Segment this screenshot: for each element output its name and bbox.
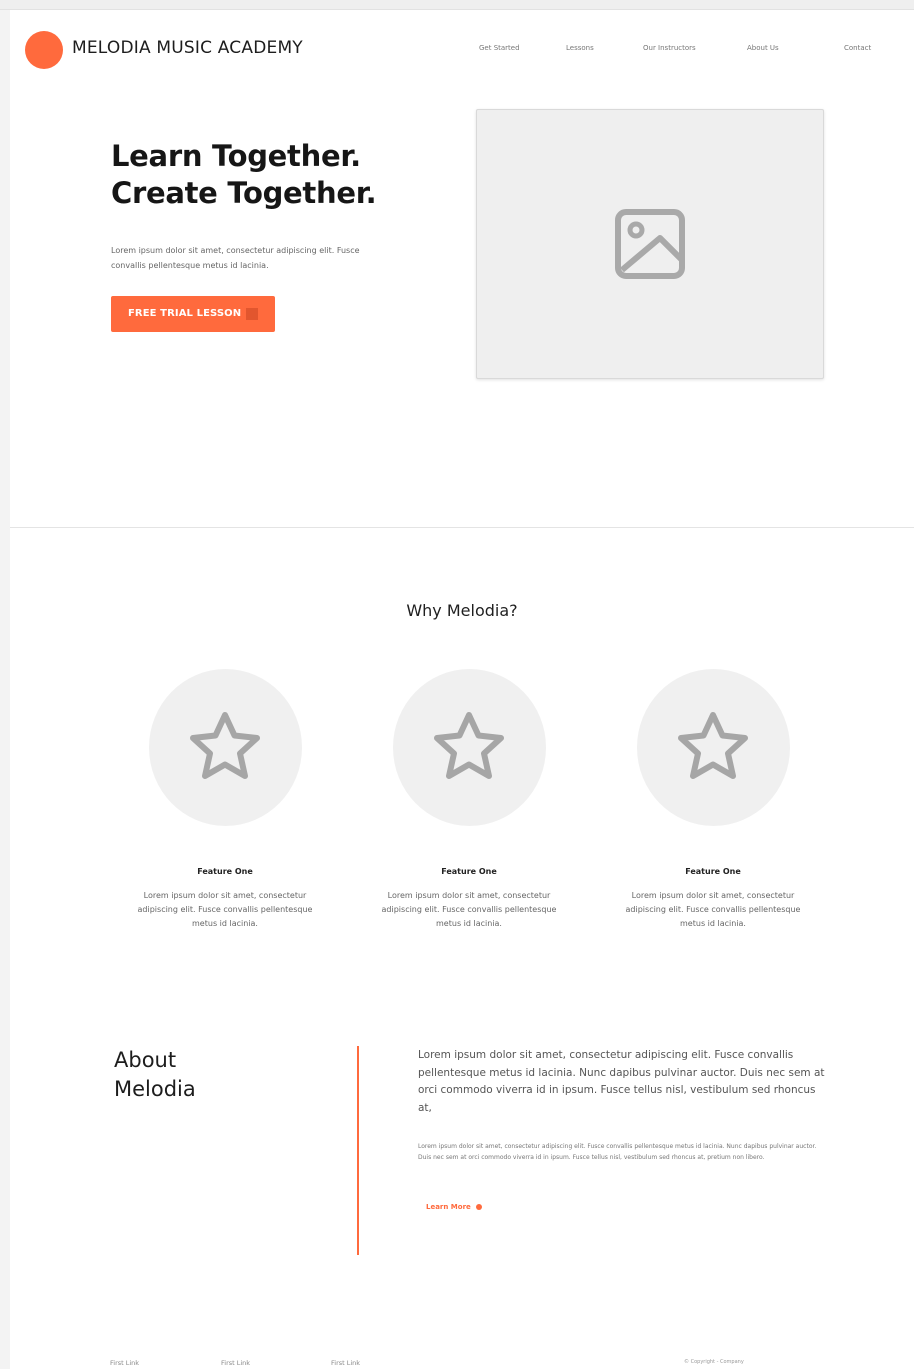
free-trial-lesson-button[interactable]: FREE TRIAL LESSON [111, 296, 275, 332]
hero-title-line-2: Create Together. [111, 176, 377, 210]
why-melodia-title: Why Melodia? [406, 601, 518, 620]
about-title-line-2: Melodia [114, 1077, 196, 1101]
star-icon [434, 712, 504, 779]
page: MELODIA MUSIC ACADEMY Get Started Lesson… [10, 10, 914, 1369]
star-icon [190, 712, 260, 779]
footer-link[interactable]: First Link [221, 1359, 250, 1367]
arrow-circle-icon [475, 1204, 482, 1210]
learn-more-label: Learn More [426, 1203, 471, 1211]
brand-name[interactable]: MELODIA MUSIC ACADEMY [72, 38, 303, 58]
feature-icon-circle [149, 669, 302, 826]
footer-link[interactable]: First Link [110, 1359, 139, 1367]
feature-icon-circle [637, 669, 790, 826]
feature-text: Lorem ipsum dolor sit amet, consectetur … [381, 891, 557, 928]
feature-title: Feature One [685, 867, 741, 876]
about-accent-line [357, 1046, 359, 1255]
footer-link[interactable]: First Link [331, 1359, 360, 1367]
feature-title: Feature One [441, 867, 497, 876]
feature-text: Lorem ipsum dolor sit amet, consectetur … [625, 891, 801, 928]
hero-title-line-1: Learn Together. [111, 139, 361, 173]
about-title-line-1: About [114, 1048, 177, 1072]
free-trial-lesson-label: FREE TRIAL LESSON [128, 308, 242, 319]
button-square-icon [246, 308, 258, 320]
nav-about-us[interactable]: About Us [747, 44, 779, 52]
hero-image-placeholder [476, 109, 824, 379]
section-divider [10, 527, 914, 528]
nav-our-instructors[interactable]: Our Instructors [643, 44, 696, 52]
learn-more-link[interactable]: Learn More [426, 1203, 482, 1211]
about-title: About Melodia [114, 1046, 196, 1104]
feature-title: Feature One [197, 867, 253, 876]
image-placeholder-icon [615, 209, 685, 279]
about-lead-text: Lorem ipsum dolor sit amet, consectetur … [418, 1049, 825, 1114]
feature-icon-circle [393, 669, 546, 826]
feature-text: Lorem ipsum dolor sit amet, consectetur … [137, 891, 313, 928]
hero-title: Learn Together. Create Together. [111, 138, 377, 212]
logo-circle-icon[interactable] [25, 31, 63, 69]
top-edge [0, 0, 914, 10]
nav-get-started[interactable]: Get Started [479, 44, 520, 52]
nav-lessons[interactable]: Lessons [566, 44, 594, 52]
star-icon [678, 712, 748, 779]
nav-contact[interactable]: Contact [844, 44, 871, 52]
hero-text: Lorem ipsum dolor sit amet, consectetur … [111, 246, 360, 270]
copyright-text: © Copyright - Company [684, 1359, 744, 1365]
about-body-text: Lorem ipsum dolor sit amet, consectetur … [418, 1143, 817, 1161]
